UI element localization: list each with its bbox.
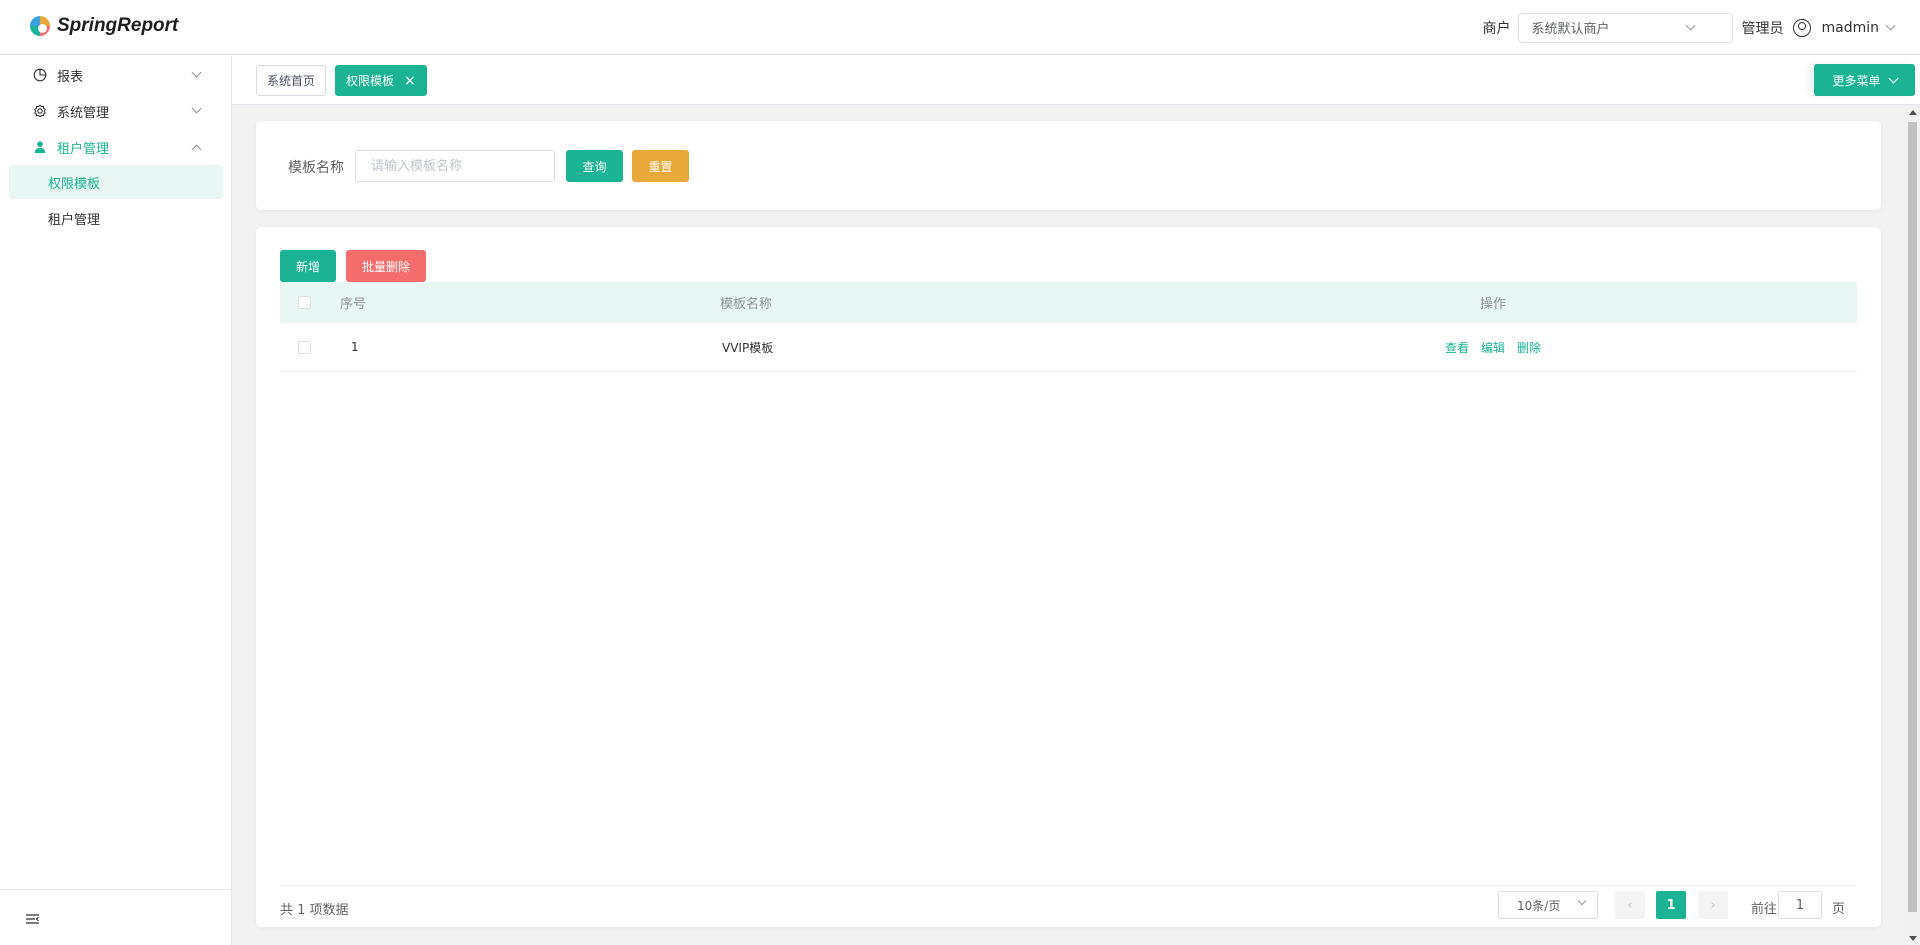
tenant-label: 商户	[1482, 20, 1511, 37]
sidebar-item-label: 系统管理	[57, 105, 110, 121]
sidebar-item-reports[interactable]: 报表	[0, 57, 232, 93]
batch-delete-button[interactable]: 批量删除	[346, 250, 426, 282]
reset-button[interactable]: 重置	[632, 150, 689, 182]
sidebar-subitem-permission-template[interactable]: 权限模板	[9, 165, 223, 199]
sidebar-item-system[interactable]: 系统管理	[0, 93, 232, 129]
goto-suffix: 页	[1832, 902, 1846, 917]
page-size-value: 10条/页	[1517, 898, 1561, 913]
row-template-name: VVIP模板	[722, 340, 774, 355]
chevron-up-icon	[191, 144, 202, 155]
sidebar-item-tenant[interactable]: 租户管理	[0, 129, 232, 165]
search-panel: 模板名称 查询 重置	[256, 121, 1881, 210]
delete-link[interactable]: 删除	[1517, 339, 1541, 356]
top-bar: SpringReport 商户 系统默认商户 管理员 madmin	[0, 0, 1920, 55]
goto-page-input[interactable]	[1778, 891, 1822, 919]
chevron-down-icon	[191, 103, 202, 114]
column-header-name: 模板名称	[720, 297, 773, 312]
table-header: 序号 模板名称 操作	[280, 282, 1857, 323]
user-icon	[34, 141, 46, 153]
page-number-current[interactable]: 1	[1656, 891, 1686, 919]
close-icon[interactable]: ×	[404, 73, 416, 89]
sidebar-item-label: 报表	[57, 69, 84, 85]
scroll-down-icon[interactable]	[1909, 936, 1917, 941]
page-size-select[interactable]: 10条/页	[1498, 891, 1598, 919]
more-menu-label: 更多菜单	[1832, 73, 1881, 88]
logo[interactable]: SpringReport	[28, 14, 178, 38]
sidebar-footer	[0, 889, 232, 945]
scroll-up-icon[interactable]	[1909, 110, 1917, 115]
row-checkbox[interactable]	[298, 341, 311, 354]
sidebar-subitem-tenant-management[interactable]: 租户管理	[9, 201, 223, 235]
next-page-button[interactable]: ›	[1698, 891, 1728, 919]
user-menu-chevron-icon[interactable]	[1885, 20, 1896, 31]
logo-mark-icon	[30, 16, 50, 36]
chevron-down-icon	[191, 67, 202, 78]
sidebar: 报表 系统管理 租户管理 权限模板 租户管理	[0, 56, 232, 945]
prev-page-button[interactable]: ‹	[1615, 891, 1645, 919]
row-actions: 查看 编辑 删除	[1439, 323, 1547, 371]
collapse-menu-icon[interactable]	[26, 914, 39, 924]
username[interactable]: madmin	[1821, 20, 1879, 36]
table-row: 1 VVIP模板 查看 编辑 删除	[280, 323, 1857, 372]
sidebar-subitem-label: 租户管理	[48, 212, 101, 228]
user-avatar-icon[interactable]	[1793, 18, 1812, 37]
logo-text: SpringReport	[57, 15, 179, 36]
column-header-no: 序号	[340, 297, 367, 312]
pie-chart-icon	[33, 68, 47, 82]
scroll-thumb[interactable]	[1908, 122, 1917, 912]
edit-link[interactable]: 编辑	[1481, 339, 1505, 356]
chevron-down-icon	[1577, 896, 1587, 906]
view-link[interactable]: 查看	[1445, 339, 1469, 356]
sidebar-subitem-label: 权限模板	[48, 176, 101, 192]
select-all-checkbox[interactable]	[298, 296, 311, 309]
goto-label: 前往	[1751, 902, 1778, 917]
tab-label: 系统首页	[267, 74, 316, 88]
row-no: 1	[351, 340, 359, 354]
query-button[interactable]: 查询	[566, 150, 623, 182]
template-name-label: 模板名称	[288, 160, 344, 176]
add-button[interactable]: 新增	[280, 250, 336, 282]
template-table: 序号 模板名称 操作 1 VVIP模板 查看 编辑 删除	[280, 282, 1857, 372]
tab-label: 权限模板	[346, 74, 395, 88]
role-label: 管理员	[1741, 20, 1784, 37]
column-header-actions: 操作	[1479, 297, 1507, 312]
main-content: 系统首页 权限模板 × 更多菜单 模板名称 查询 重置 新增 批量删除 序号 模…	[232, 56, 1920, 945]
more-menu-button[interactable]: 更多菜单	[1814, 64, 1915, 96]
tenant-select[interactable]: 系统默认商户	[1518, 12, 1734, 43]
sidebar-item-label: 租户管理	[57, 141, 110, 157]
tabs-bar: 系统首页 权限模板 × 更多菜单	[232, 56, 1920, 105]
template-name-input[interactable]	[355, 150, 555, 182]
tenant-select-value: 系统默认商户	[1531, 22, 1610, 37]
gear-icon	[34, 104, 46, 118]
chevron-down-icon	[1888, 73, 1898, 83]
page-scrollbar[interactable]	[1905, 106, 1920, 945]
chevron-down-icon	[1686, 20, 1696, 31]
table-panel: 新增 批量删除 序号 模板名称 操作 1 VVIP模板 查看 编辑 删除 共 1…	[256, 227, 1881, 927]
total-count: 共 1 项数据	[280, 903, 349, 918]
tab-permission-template[interactable]: 权限模板 ×	[335, 65, 427, 96]
pagination: 共 1 项数据 10条/页 ‹ 1 › 前往 页	[280, 885, 1857, 921]
tab-home[interactable]: 系统首页	[256, 65, 327, 96]
